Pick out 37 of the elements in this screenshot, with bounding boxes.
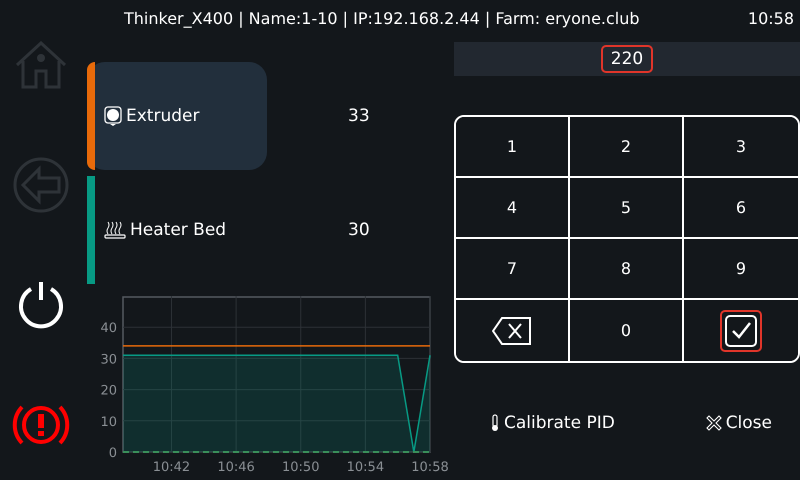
digit-key[interactable]: 1 — [456, 117, 570, 178]
entered-value: 220 — [600, 45, 654, 73]
close-button[interactable]: Close — [706, 413, 772, 433]
digit-key[interactable]: 4 — [456, 178, 570, 239]
home-icon — [14, 41, 68, 89]
digit-key[interactable]: 2 — [570, 117, 684, 178]
backspace-icon — [492, 316, 532, 346]
axis-tick-label: 0 — [108, 446, 117, 461]
axis-tick-label: 10 — [100, 414, 117, 430]
clock-time: 10:58 — [748, 8, 794, 28]
backspace-key[interactable] — [456, 300, 570, 361]
digit-key[interactable]: 5 — [570, 178, 684, 239]
axis-tick-label: 40 — [100, 321, 117, 336]
sensor-card[interactable]: Heater Bed — [87, 176, 267, 284]
heated-bed-icon — [104, 220, 126, 240]
thermometer-icon — [490, 414, 500, 432]
axis-tick-label: 10:46 — [217, 460, 255, 475]
axis-tick-label: 30 — [100, 352, 117, 368]
axis-tick-label: 20 — [100, 384, 117, 399]
digit-key[interactable]: 3 — [684, 117, 798, 178]
extruder-icon — [104, 106, 122, 126]
sensor-card[interactable]: Extruder — [87, 62, 267, 170]
emergency-stop-icon — [12, 403, 70, 447]
digit-key[interactable]: 8 — [570, 239, 684, 300]
axis-tick-label: 10:42 — [152, 460, 190, 475]
sensor-temperature: 33 — [348, 106, 370, 126]
digit-key[interactable]: 7 — [456, 239, 570, 300]
calibrate-button[interactable]: Calibrate PID — [490, 413, 615, 433]
axis-tick-label: 10:58 — [411, 460, 449, 475]
sensor-name: Extruder — [126, 106, 200, 126]
sensor-name: Heater Bed — [130, 220, 226, 240]
axis-tick-label: 10:54 — [346, 460, 384, 475]
checkbox-tick-icon — [725, 314, 757, 346]
close-icon — [706, 415, 722, 431]
sensor-temperature: 30 — [348, 220, 370, 240]
header-title: Thinker_X400 | Name:1-10 | IP:192.168.2.44 | Farm: eryone.club — [124, 8, 640, 28]
axis-tick-label: 10:50 — [282, 460, 320, 475]
